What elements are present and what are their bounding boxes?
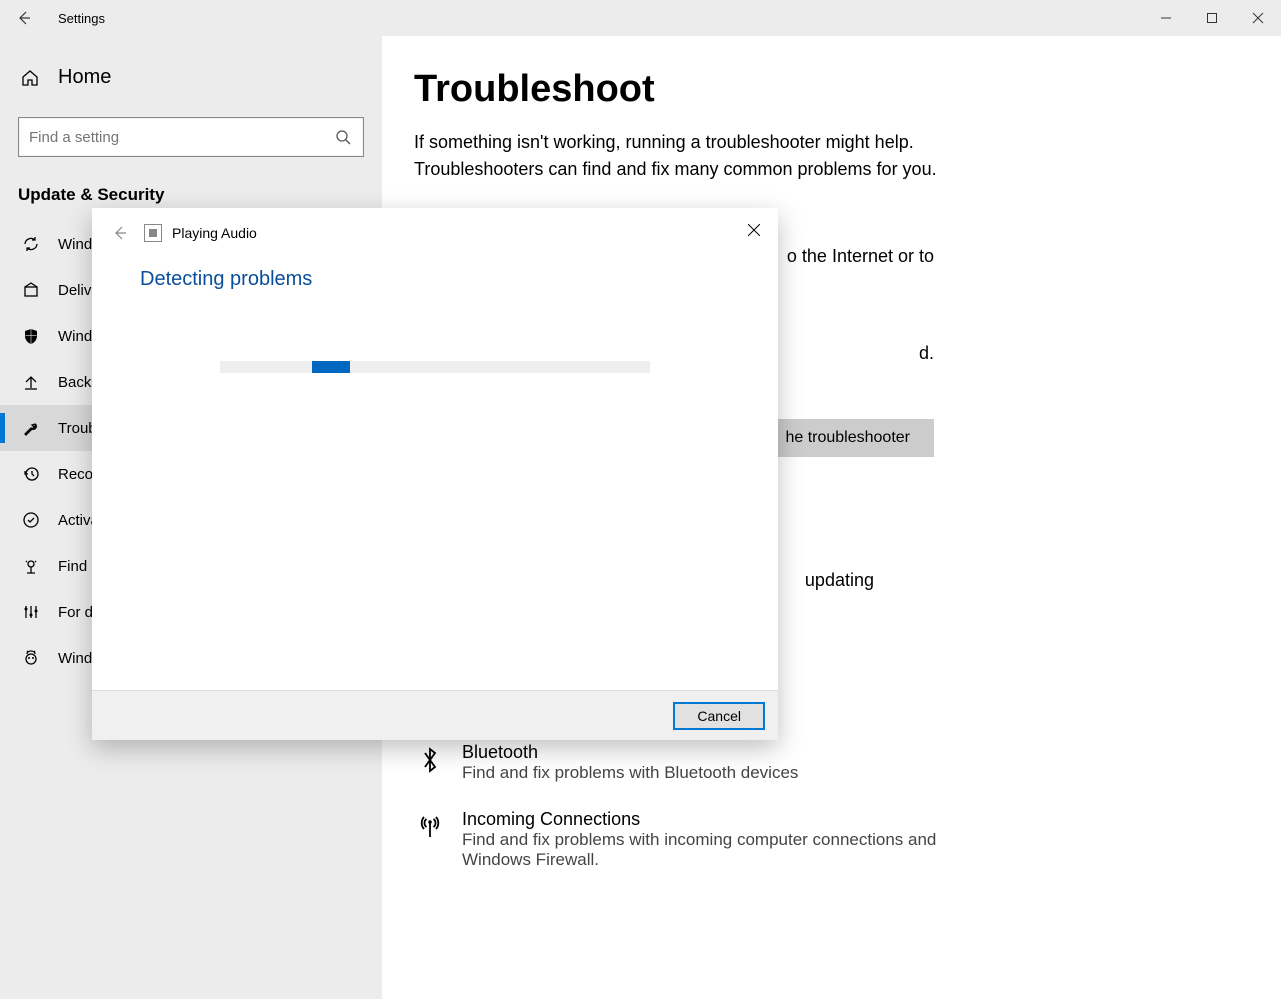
search-icon [333, 129, 353, 145]
page-intro: If something isn't working, running a tr… [414, 129, 974, 183]
maximize-button[interactable] [1189, 0, 1235, 36]
dialog-body: Detecting problems [92, 258, 778, 690]
cancel-button[interactable]: Cancel [674, 703, 764, 729]
dialog-status: Detecting problems [140, 268, 730, 291]
home-label: Home [58, 66, 111, 89]
dialog-close-button[interactable] [740, 216, 768, 244]
sync-icon [20, 235, 42, 253]
close-button[interactable] [1235, 0, 1281, 36]
window-controls [1143, 0, 1281, 36]
dialog-header: Playing Audio [92, 208, 778, 258]
dialog-footer: Cancel [92, 690, 778, 740]
home-link[interactable]: Home [0, 56, 382, 99]
dialog-title: Playing Audio [172, 225, 257, 241]
window-title: Settings [48, 11, 105, 26]
titlebar: Settings [0, 0, 1281, 36]
history-icon [20, 465, 42, 483]
ts-item-desc: Find and fix problems with Bluetooth dev… [462, 763, 798, 783]
arrow-left-icon [16, 10, 32, 26]
ts-item-desc: Find and fix problems with incoming comp… [462, 830, 982, 870]
back-button[interactable] [0, 0, 48, 36]
ts-item-title: Bluetooth [462, 742, 798, 763]
bug-icon [20, 649, 42, 667]
ts-item-title: Incoming Connections [462, 809, 982, 830]
troubleshooter-dialog: Playing Audio Detecting problems Cancel [92, 208, 778, 740]
dialog-app-icon [144, 224, 162, 242]
wrench-icon [20, 419, 42, 437]
arrow-up-icon [20, 373, 42, 391]
antenna-icon [414, 809, 446, 841]
shield-icon [20, 327, 42, 345]
bluetooth-icon [414, 742, 446, 774]
location-icon [20, 557, 42, 575]
package-icon [20, 281, 42, 299]
check-circle-icon [20, 511, 42, 529]
page-heading: Troubleshoot [414, 68, 1199, 111]
troubleshooter-list: Bluetooth Find and fix problems with Blu… [414, 732, 1199, 886]
sliders-icon [20, 603, 42, 621]
troubleshoot-item-bluetooth[interactable]: Bluetooth Find and fix problems with Blu… [414, 732, 1199, 799]
run-troubleshooter-button[interactable]: he troubleshooter [761, 419, 934, 457]
dialog-back-button[interactable] [106, 225, 134, 241]
troubleshoot-item-incoming[interactable]: Incoming Connections Find and fix proble… [414, 799, 1199, 886]
search-input[interactable] [29, 129, 333, 146]
progress-bar [220, 361, 650, 373]
progress-bar-fill [312, 361, 350, 373]
home-icon [20, 68, 42, 88]
search-input-wrapper[interactable] [18, 117, 364, 157]
minimize-button[interactable] [1143, 0, 1189, 36]
